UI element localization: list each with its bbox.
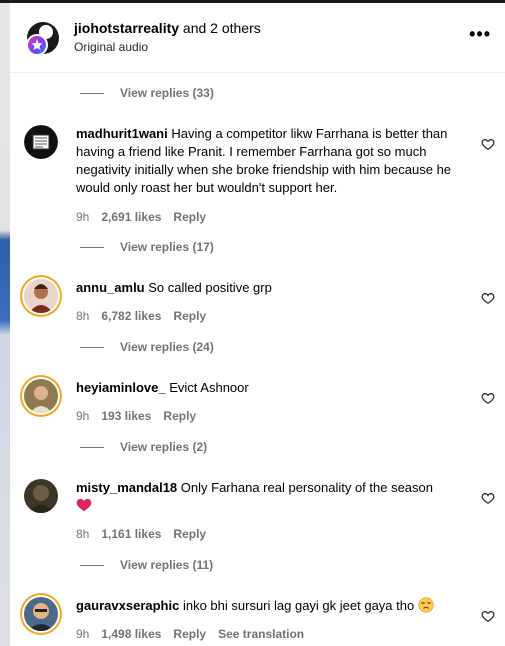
comment-text: misty_mandal18 Only Farhana real persona… xyxy=(76,479,456,515)
comment-text: heyiaminlove_ Evict Ashnoor xyxy=(76,379,456,397)
view-replies-label: View replies (11) xyxy=(120,558,214,572)
comment-body: Evict Ashnoor xyxy=(169,380,249,395)
view-replies-button[interactable]: View replies (11) xyxy=(80,556,213,574)
comment-time: 8h xyxy=(76,527,90,541)
post-author-name[interactable]: jiohotstarreality xyxy=(74,20,179,36)
avatar[interactable] xyxy=(24,279,58,313)
comment-username[interactable]: annu_amlu xyxy=(76,280,145,295)
more-options-icon[interactable]: ••• xyxy=(469,25,491,43)
comment-body: Only Farhana real personality of the sea… xyxy=(180,480,433,495)
view-replies-button[interactable]: View replies (2) xyxy=(80,438,207,456)
comments-panel: jiohotstarreality and 2 others Original … xyxy=(10,3,505,646)
reply-button[interactable]: Reply xyxy=(173,210,206,224)
comment-meta: 8h 6,782 likes Reply xyxy=(76,309,206,323)
view-replies-label: View replies (17) xyxy=(120,240,214,254)
comment-meta: 9h 193 likes Reply xyxy=(76,409,196,423)
view-replies-label: View replies (24) xyxy=(120,340,214,354)
reply-button[interactable]: Reply xyxy=(163,409,196,423)
audio-avatar[interactable] xyxy=(24,19,62,57)
like-heart-icon[interactable] xyxy=(481,609,495,623)
avatar[interactable] xyxy=(24,125,58,159)
comment-meta: 9h 1,498 likes Reply See translation xyxy=(76,627,304,641)
avatar[interactable] xyxy=(24,379,58,413)
comment-time: 8h xyxy=(76,309,90,323)
post-author-suffix: and 2 others xyxy=(179,20,261,36)
view-replies-label: View replies (33) xyxy=(120,86,214,100)
view-replies-button[interactable]: View replies (24) xyxy=(80,338,214,356)
audio-label[interactable]: Original audio xyxy=(74,40,148,54)
like-heart-icon[interactable] xyxy=(481,391,495,405)
comment-time: 9h xyxy=(76,627,90,641)
see-translation-button[interactable]: See translation xyxy=(218,627,304,641)
divider-line xyxy=(80,564,104,566)
comment-text: annu_amlu So called positive grp xyxy=(76,279,456,297)
comment-username[interactable]: madhurit1wani xyxy=(76,126,168,141)
comment-body: So called positive grp xyxy=(148,280,272,295)
view-replies-button[interactable]: View replies (17) xyxy=(80,238,214,256)
view-replies-label: View replies (2) xyxy=(120,440,208,454)
comment-username[interactable]: heyiaminlove_ xyxy=(76,380,166,395)
divider-line xyxy=(80,92,104,94)
comment-text: madhurit1wani Having a competitor likw F… xyxy=(76,125,456,197)
background-strip xyxy=(0,0,10,646)
comment-likes[interactable]: 1,161 likes xyxy=(101,527,161,541)
post-author[interactable]: jiohotstarreality and 2 others xyxy=(74,20,261,36)
comment-time: 9h xyxy=(76,210,90,224)
divider-line xyxy=(80,346,104,348)
divider-line xyxy=(80,246,104,248)
divider-line xyxy=(80,446,104,448)
reply-button[interactable]: Reply xyxy=(173,527,206,541)
like-heart-icon[interactable] xyxy=(481,491,495,505)
reply-button[interactable]: Reply xyxy=(173,627,206,641)
avatar[interactable] xyxy=(24,479,58,513)
unamused-emoji-icon xyxy=(418,597,434,613)
comment-username[interactable]: gauravxseraphic xyxy=(76,598,179,613)
comment-body: inko bhi sursuri lag gayi gk jeet gaya t… xyxy=(182,598,415,613)
comment-time: 9h xyxy=(76,409,90,423)
like-heart-icon[interactable] xyxy=(481,291,495,305)
comment-username[interactable]: misty_mandal18 xyxy=(76,480,177,495)
post-header: jiohotstarreality and 2 others Original … xyxy=(10,3,505,73)
heart-emoji-icon xyxy=(76,498,92,512)
comment-meta: 8h 1,161 likes Reply xyxy=(76,527,206,541)
comment-likes[interactable]: 6,782 likes xyxy=(101,309,161,323)
comment-likes[interactable]: 193 likes xyxy=(101,409,151,423)
comment-meta: 9h 2,691 likes Reply xyxy=(76,210,206,224)
view-replies-button[interactable]: View replies (33) xyxy=(80,84,214,102)
like-heart-icon[interactable] xyxy=(481,137,495,151)
avatar[interactable] xyxy=(24,597,58,631)
comment-text: gauravxseraphic inko bhi sursuri lag gay… xyxy=(76,597,456,615)
comment-likes[interactable]: 1,498 likes xyxy=(101,627,161,641)
reply-button[interactable]: Reply xyxy=(173,309,206,323)
comment-likes[interactable]: 2,691 likes xyxy=(101,210,161,224)
